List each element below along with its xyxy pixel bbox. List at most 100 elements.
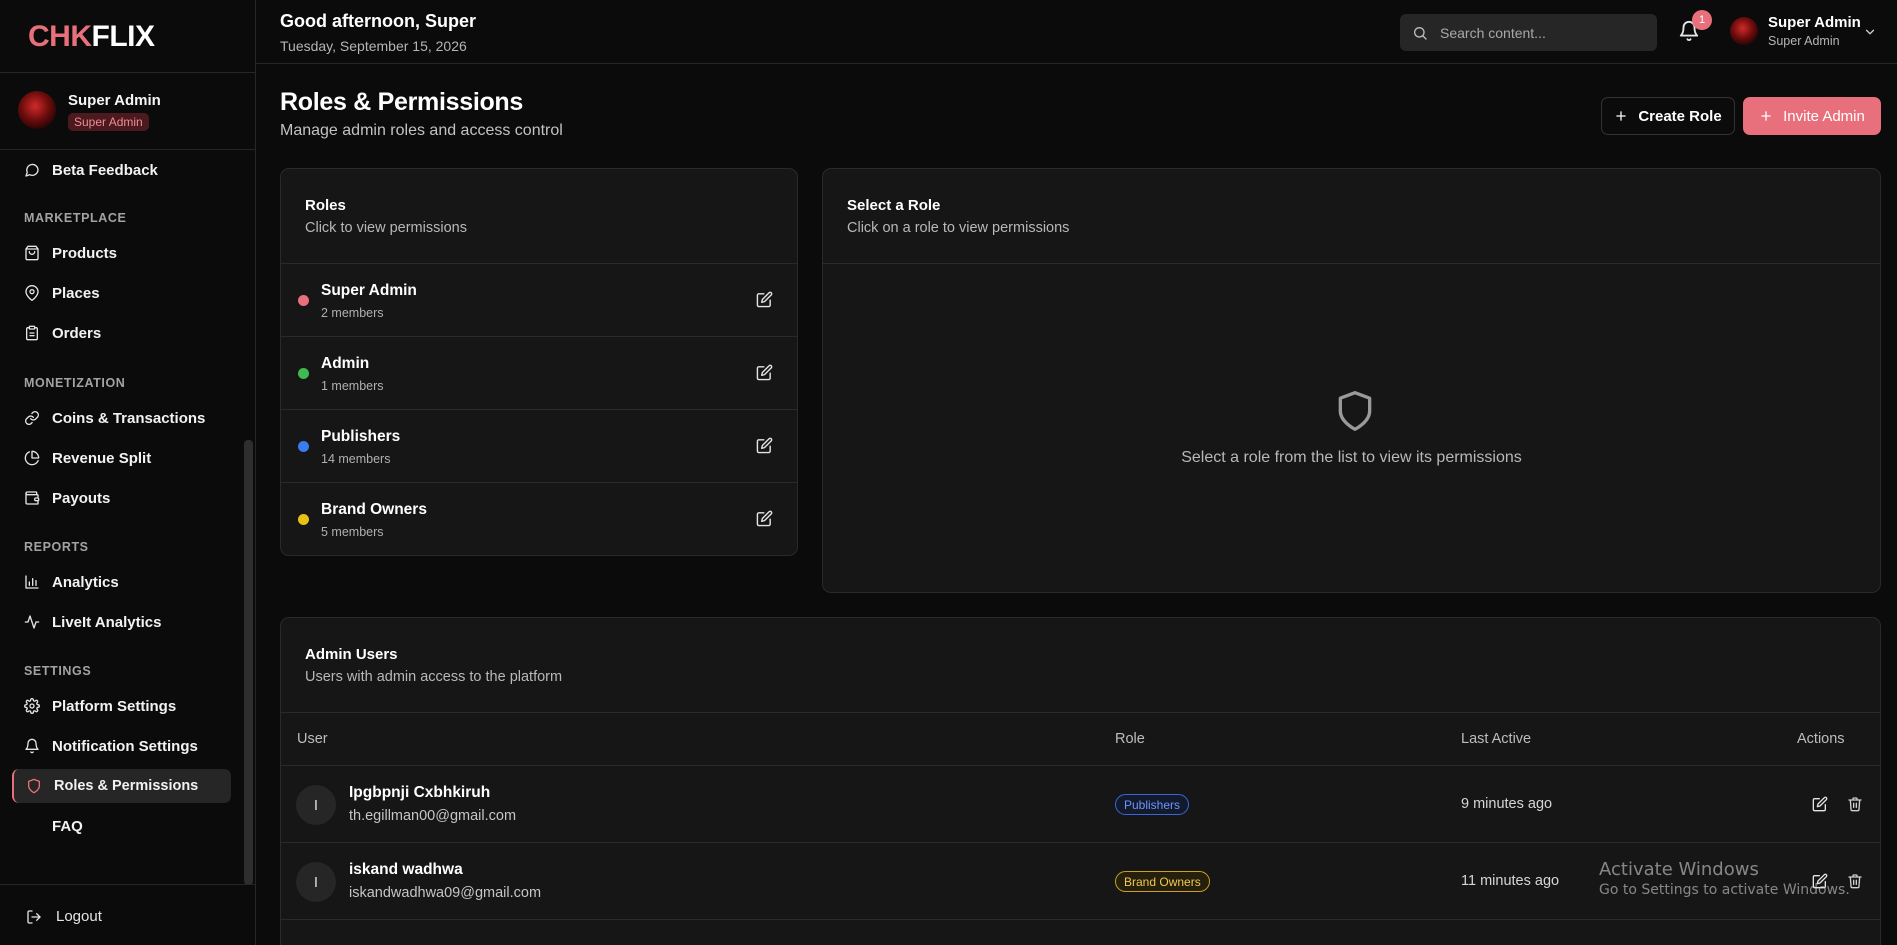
role-badge: Brand Owners — [1115, 871, 1210, 892]
app-root: CHKFLIX Super Admin Super Admin Beta Fee… — [0, 0, 1897, 945]
role-row-brand-owners[interactable]: Brand Owners 5 members — [281, 482, 797, 555]
page-subtitle: Manage admin roles and access control — [280, 122, 563, 139]
sidebar-item-products[interactable]: Products — [12, 236, 231, 270]
create-role-button[interactable]: Create Role — [1601, 97, 1735, 135]
notification-count-badge: 1 — [1692, 10, 1712, 30]
last-active: 11 minutes ago — [1461, 873, 1560, 889]
sidebar-item-label: Coins & Transactions — [52, 409, 206, 427]
edit-icon[interactable] — [756, 510, 773, 527]
sidebar-profile[interactable]: Super Admin Super Admin — [18, 88, 248, 138]
role-row-super-admin[interactable]: Super Admin 2 members — [281, 263, 797, 336]
sidebar-item-label: Roles & Permissions — [54, 778, 199, 794]
admin-users-subtitle: Users with admin access to the platform — [305, 669, 563, 685]
sidebar-item-faq[interactable]: FAQ — [12, 809, 231, 843]
role-name: Brand Owners — [321, 501, 427, 518]
current-date: Tuesday, September 15, 2026 — [280, 38, 467, 54]
sidebar-item-coins-transactions[interactable]: Coins & Transactions — [12, 401, 231, 435]
role-name: Publishers — [321, 428, 401, 445]
bell-icon — [25, 738, 39, 754]
activate-windows-watermark: Activate Windows Go to Settings to activ… — [1599, 859, 1850, 898]
column-header-last-active: Last Active — [1461, 731, 1532, 747]
bar-chart-icon — [25, 575, 39, 589]
divider — [281, 712, 1880, 713]
sidebar-item-label: Places — [52, 284, 100, 302]
divider — [0, 884, 256, 885]
watermark-line1: Activate Windows — [1599, 859, 1759, 880]
logo[interactable]: CHKFLIX — [28, 20, 155, 54]
role-row-publishers[interactable]: Publishers 14 members — [281, 409, 797, 482]
user-name: iskand wadhwa — [349, 861, 463, 878]
role-color-dot — [298, 441, 309, 452]
role-row-admin[interactable]: Admin 1 members — [281, 336, 797, 409]
sidebar-item-label: Analytics — [52, 573, 119, 591]
sidebar-item-roles-permissions[interactable]: Roles & Permissions — [12, 769, 231, 803]
section-reports: REPORTS — [24, 540, 89, 554]
permissions-card-subtitle: Click on a role to view permissions — [847, 220, 1070, 236]
sidebar-item-payouts[interactable]: Payouts — [12, 481, 231, 515]
role-name: Admin — [321, 355, 370, 372]
role-color-dot — [298, 514, 309, 525]
sidebar-scrollbar[interactable] — [244, 440, 253, 885]
role-member-count: 2 members — [321, 306, 384, 320]
plus-icon — [1761, 111, 1771, 121]
top-header: Good afternoon, Super Tuesday, September… — [256, 0, 1897, 64]
sidebar-item-label: Platform Settings — [52, 697, 177, 715]
user-email: iskandwadhwa09@gmail.com — [349, 885, 542, 901]
avatar — [18, 91, 56, 129]
section-marketplace: MARKETPLACE — [24, 211, 127, 225]
divider — [0, 72, 256, 73]
shield-icon — [1338, 391, 1372, 431]
sidebar-item-label: Payouts — [52, 489, 111, 507]
invite-admin-button[interactable]: Invite Admin — [1743, 97, 1881, 135]
sidebar-item-label: Orders — [52, 324, 102, 342]
avatar[interactable] — [1730, 17, 1758, 45]
greeting: Good afternoon, Super — [280, 11, 476, 31]
sidebar-item-revenue-split[interactable]: Revenue Split — [12, 441, 231, 475]
header-user-name[interactable]: Super Admin — [1768, 14, 1861, 31]
activity-icon — [24, 615, 40, 629]
edit-icon[interactable] — [1812, 796, 1828, 812]
pie-chart-icon — [24, 450, 40, 466]
roles-card-subtitle: Click to view permissions — [305, 220, 467, 236]
sidebar-item-beta-feedback[interactable]: Beta Feedback — [12, 153, 231, 187]
faq-icon — [24, 818, 40, 834]
edit-icon[interactable] — [756, 364, 773, 381]
role-color-dot — [298, 295, 309, 306]
sidebar-item-platform-settings[interactable]: Platform Settings — [12, 689, 231, 723]
user-name: Ipgbpnji Cxbhkiruh — [349, 784, 491, 801]
role-permissions-card: Select a Role Click on a role to view pe… — [822, 168, 1881, 593]
column-header-user: User — [297, 731, 328, 747]
table-row[interactable]: I Ipgbpnji Cxbhkiruh th.egillman00@gmail… — [281, 765, 1880, 842]
invite-admin-label: Invite Admin — [1783, 107, 1865, 125]
sidebar-item-liveit-analytics[interactable]: LiveIt Analytics — [12, 605, 231, 639]
edit-icon[interactable] — [756, 291, 773, 308]
role-color-dot — [298, 368, 309, 379]
role-member-count: 5 members — [321, 525, 384, 539]
profile-name: Super Admin — [68, 92, 161, 109]
search-input[interactable] — [1440, 24, 1640, 41]
message-circle-icon — [25, 163, 39, 177]
logout-button[interactable]: Logout — [26, 908, 102, 925]
gear-icon — [24, 698, 40, 714]
create-role-label: Create Role — [1638, 107, 1722, 125]
last-active: 9 minutes ago — [1461, 796, 1553, 812]
edit-icon[interactable] — [756, 437, 773, 454]
shopping-bag-icon — [25, 245, 39, 261]
table-row[interactable] — [281, 919, 1880, 945]
sidebar-item-orders[interactable]: Orders — [12, 316, 231, 350]
sidebar-item-label: Revenue Split — [52, 449, 152, 467]
page-title: Roles & Permissions — [280, 88, 524, 116]
watermark-line2: Go to Settings to activate Windows. — [1599, 882, 1850, 898]
sidebar-item-notification-settings[interactable]: Notification Settings — [12, 729, 231, 763]
trash-icon[interactable] — [1847, 796, 1863, 812]
map-pin-icon — [25, 285, 39, 301]
sidebar-item-label: FAQ — [52, 817, 83, 835]
logout-icon — [27, 909, 41, 924]
search-box[interactable] — [1400, 14, 1657, 51]
roles-card-title: Roles — [305, 197, 346, 214]
chevron-down-icon[interactable] — [1863, 25, 1877, 39]
sidebar-item-places[interactable]: Places — [12, 276, 231, 310]
sidebar-item-analytics[interactable]: Analytics — [12, 565, 231, 599]
user-email: th.egillman00@gmail.com — [349, 808, 517, 824]
roles-card: Roles Click to view permissions Super Ad… — [280, 168, 798, 556]
